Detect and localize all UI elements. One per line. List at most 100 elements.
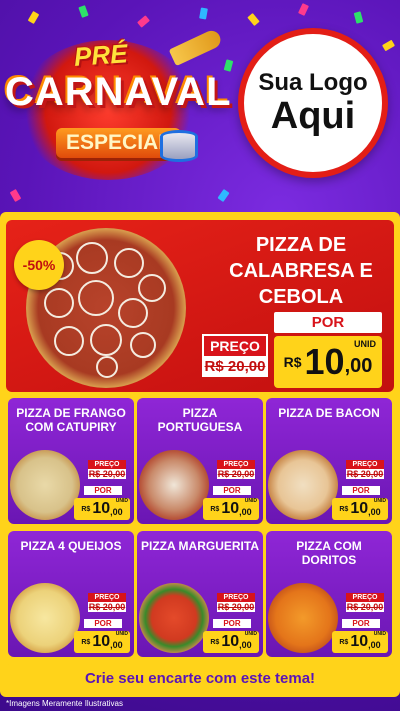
logo-text-line2: Aqui — [270, 95, 356, 138]
old-price: R$ 20,00 — [346, 469, 384, 479]
pizza-image — [10, 583, 80, 653]
pizza-image — [268, 450, 338, 520]
new-price: R$ 10 ,00 UNID — [203, 631, 259, 653]
old-price: R$ 20,00 — [346, 602, 384, 612]
por-label: POR — [274, 312, 382, 333]
price-decimal: ,00 — [344, 355, 373, 377]
onion-ring — [78, 280, 114, 316]
onion-ring — [118, 298, 148, 328]
por-box: POR — [213, 619, 251, 628]
price-decimal: ,00 — [368, 507, 381, 517]
preco-label: PREÇO — [217, 593, 255, 602]
pizza-image — [268, 583, 338, 653]
unit-label: UNID — [244, 498, 257, 504]
hero-offer[interactable]: -50% PIZZA DE CALABRESA E CEBOLA PREÇO R… — [6, 220, 394, 392]
logo-text-line1: Sua Logo — [258, 69, 368, 97]
hero-title: PIZZA DE CALABRESA E CEBOLA — [229, 234, 373, 308]
new-price: R$ 10 ,00 UNID — [203, 498, 259, 520]
por-label: POR — [84, 619, 122, 628]
old-price: R$ 20,00 — [88, 469, 126, 479]
product-card[interactable]: PIZZA PORTUGUESA PREÇO R$ 20,00 POR R$ 1… — [137, 398, 263, 524]
por-label: POR — [342, 619, 380, 628]
product-card[interactable]: PIZZA MARGUERITA PREÇO R$ 20,00 POR R$ 1… — [137, 531, 263, 657]
onion-ring — [90, 324, 122, 356]
currency: R$ — [81, 505, 91, 513]
pizza-image — [139, 583, 209, 653]
discount-badge: -50% — [14, 240, 64, 290]
old-price-box: PREÇO R$ 20,00 — [88, 460, 126, 479]
currency: R$ — [210, 638, 220, 646]
por-label: POR — [342, 486, 380, 495]
currency: R$ — [339, 505, 349, 513]
por-box: POR — [342, 486, 380, 495]
onion-ring — [54, 326, 84, 356]
currency: R$ — [210, 505, 220, 513]
trumpet-icon — [168, 27, 224, 67]
price-integer: 10 — [92, 500, 111, 517]
pizza-image — [10, 450, 80, 520]
header: PRÉ CARNAVAL ESPECIAL Sua Logo Aqui — [0, 0, 400, 215]
product-card[interactable]: PIZZA 4 QUEIJOS PREÇO R$ 20,00 POR R$ 10… — [8, 531, 134, 657]
price-decimal: ,00 — [368, 640, 381, 650]
unit-label: UNID — [373, 498, 386, 504]
new-price: R$ 10 ,00 UNID — [332, 631, 388, 653]
card-title: PIZZA DE FRANGO COM CATUPIRY — [16, 406, 126, 435]
old-price: R$ 20,00 — [202, 356, 268, 377]
card-title: PIZZA 4 QUEIJOS — [20, 539, 122, 553]
currency: R$ — [283, 354, 302, 370]
por-box: POR — [342, 619, 380, 628]
unit-label: UNID — [354, 339, 376, 349]
unit-label: UNID — [373, 631, 386, 637]
old-price: R$ 20,00 — [217, 602, 255, 612]
old-price: R$ 20,00 — [88, 602, 126, 612]
preco-label: PREÇO — [346, 460, 384, 469]
new-price-box: POR R$ 10 ,00 UNID — [274, 312, 382, 388]
por-box: POR — [84, 619, 122, 628]
por-box: POR — [84, 486, 122, 495]
preco-label: PREÇO — [88, 460, 126, 469]
card-title: PIZZA DE BACON — [278, 406, 380, 420]
old-price-box: PREÇO R$ 20,00 — [202, 334, 268, 380]
price-integer: 10 — [92, 633, 111, 650]
price-integer: 10 — [350, 500, 369, 517]
unit-label: UNID — [115, 631, 128, 637]
onion-ring — [114, 248, 144, 278]
product-card[interactable]: PIZZA DE BACON PREÇO R$ 20,00 POR R$ 10 … — [266, 398, 392, 524]
drum-icon — [160, 130, 198, 162]
old-price-box: PREÇO R$ 20,00 — [88, 593, 126, 612]
cta-banner[interactable]: Crie seu encarte com este tema! — [6, 664, 394, 692]
price-integer: 10 — [221, 633, 240, 650]
unit-label: UNID — [244, 631, 257, 637]
old-price-box: PREÇO R$ 20,00 — [217, 593, 255, 612]
new-price: R$ 10 ,00 UNID — [332, 498, 388, 520]
price-decimal: ,00 — [110, 507, 123, 517]
new-price: R$ 10 ,00 UNID — [74, 498, 130, 520]
carnaval-text: CARNAVAL — [5, 70, 232, 114]
card-title: PIZZA MARGUERITA — [141, 539, 259, 553]
onion-ring — [138, 274, 166, 302]
onion-ring — [76, 242, 108, 274]
preco-label: PREÇO — [346, 593, 384, 602]
logo-placeholder[interactable]: Sua Logo Aqui — [238, 28, 388, 178]
old-price: R$ 20,00 — [217, 469, 255, 479]
product-card[interactable]: PIZZA DE FRANGO COM CATUPIRY PREÇO R$ 20… — [8, 398, 134, 524]
price-integer: 10 — [304, 341, 345, 382]
old-price-box: PREÇO R$ 20,00 — [346, 593, 384, 612]
por-box: POR — [213, 486, 251, 495]
onion-ring — [44, 288, 74, 318]
price-decimal: ,00 — [239, 640, 252, 650]
old-price-box: PREÇO R$ 20,00 — [217, 460, 255, 479]
por-label: POR — [84, 486, 122, 495]
preco-label: PREÇO — [202, 334, 268, 356]
onion-ring — [96, 356, 118, 378]
por-label: POR — [213, 619, 251, 628]
unit-label: UNID — [115, 498, 128, 504]
product-card[interactable]: PIZZA COM DORITOS PREÇO R$ 20,00 POR R$ … — [266, 531, 392, 657]
new-price: R$ 10 ,00 UNID — [274, 336, 382, 388]
onion-ring — [130, 332, 156, 358]
old-price-box: PREÇO R$ 20,00 — [346, 460, 384, 479]
price-decimal: ,00 — [110, 640, 123, 650]
price-decimal: ,00 — [239, 507, 252, 517]
price-integer: 10 — [350, 633, 369, 650]
currency: R$ — [81, 638, 91, 646]
